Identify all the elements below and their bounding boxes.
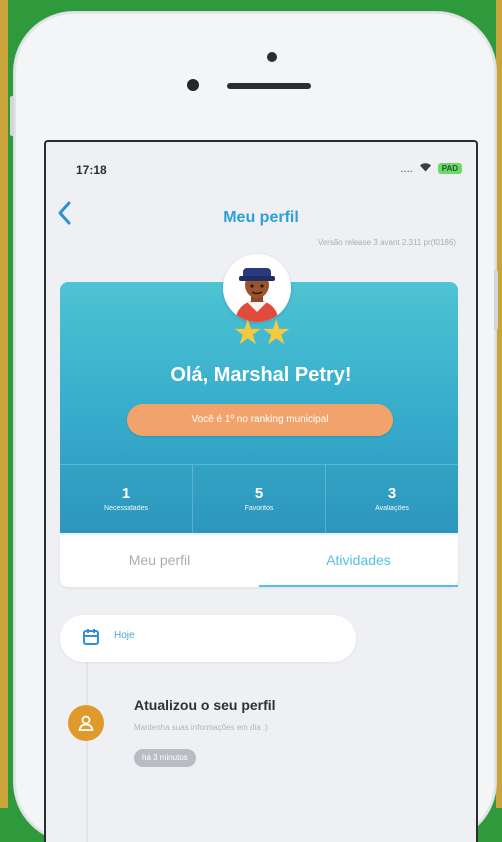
stat-value: 1: [121, 485, 131, 502]
wifi-icon: [419, 162, 432, 175]
app-screen: 17:18 .... PAD Meu perfil Versão release…: [44, 140, 478, 842]
stats-row: 1 Necessidades 5 Favoritos 3 Avaliações: [60, 464, 458, 535]
timeline-line: [86, 642, 88, 842]
user-icon: [78, 715, 94, 731]
front-camera: [187, 79, 199, 91]
power-button: [494, 270, 498, 330]
ranking-badge[interactable]: Você é 1º no ranking municipal: [127, 404, 393, 436]
calendar-icon: [82, 628, 100, 651]
battery-icon: PAD: [437, 163, 462, 174]
stat-value: 3: [387, 485, 397, 502]
stat-avaliacoes[interactable]: 3 Avaliações: [326, 465, 458, 535]
status-icons: .... PAD: [400, 162, 462, 175]
activity-description: Mantenha suas informações em dia :): [134, 723, 268, 732]
frame-edge-right: [496, 0, 502, 808]
stat-necessidades[interactable]: 1 Necessidades: [60, 465, 193, 535]
greeting-text: Olá, Marshal Petry!: [170, 364, 352, 386]
activity-title: Atualizou o seu perfil: [134, 697, 276, 713]
stat-value: 5: [254, 485, 264, 502]
profile-tabs: Meu perfil Atividades: [60, 535, 458, 587]
rating-stars: ★★: [232, 314, 292, 352]
avatar-illustration: [223, 254, 291, 322]
date-section-label: Hoje: [114, 630, 135, 641]
stat-label: Favoritos: [244, 505, 274, 512]
tab-atividades[interactable]: Atividades: [259, 535, 458, 587]
version-text: Versão release 3 avant 2.311 pr(f0186): [317, 238, 456, 247]
page-title: Meu perfil: [223, 209, 299, 226]
volume-button: [10, 96, 14, 136]
activity-icon: [68, 705, 104, 741]
tab-meu-perfil[interactable]: Meu perfil: [60, 535, 259, 587]
earpiece-speaker: [227, 83, 311, 89]
status-bar: 17:18 .... PAD: [46, 142, 476, 178]
avatar[interactable]: [223, 254, 291, 322]
stat-favoritos[interactable]: 5 Favoritos: [193, 465, 326, 535]
stat-label: Necessidades: [104, 505, 148, 512]
frame-edge-left: [0, 0, 8, 808]
stat-label: Avaliações: [375, 505, 409, 512]
date-section-header: Hoje: [60, 615, 356, 662]
sensor-dot: [267, 52, 277, 62]
status-time: 17:18: [76, 163, 107, 177]
activity-timestamp: há 3 minutos: [134, 749, 196, 767]
network-indicator: ....: [400, 162, 413, 175]
